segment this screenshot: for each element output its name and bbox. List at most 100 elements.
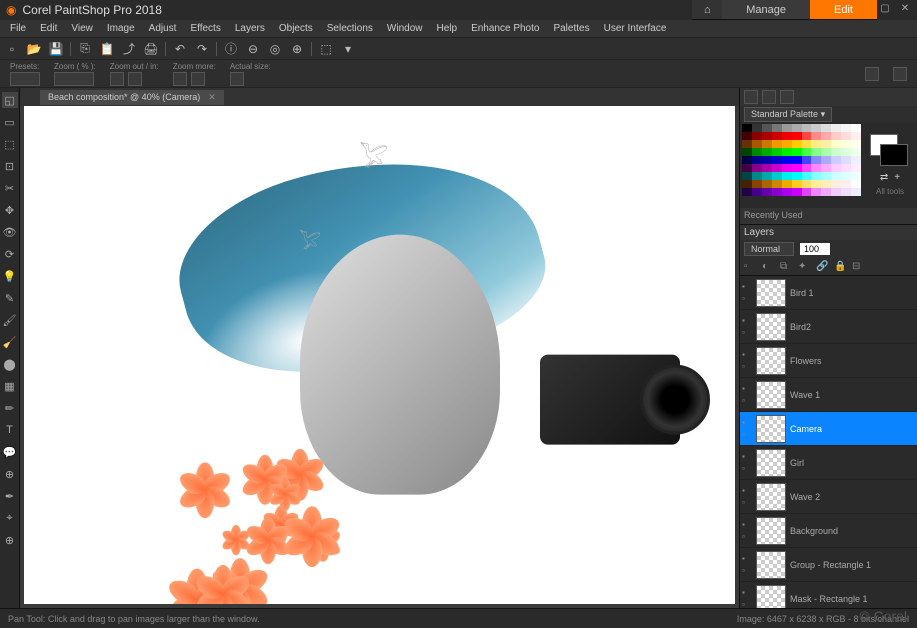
new-layer-icon[interactable]: ▫ bbox=[744, 261, 756, 273]
tool-0[interactable]: ◱ bbox=[2, 92, 18, 108]
swatch[interactable] bbox=[802, 188, 812, 196]
swatch[interactable] bbox=[811, 180, 821, 188]
swatch[interactable] bbox=[742, 188, 752, 196]
swatch[interactable] bbox=[831, 132, 841, 140]
swatch[interactable] bbox=[821, 132, 831, 140]
swatch[interactable] bbox=[782, 140, 792, 148]
zoom-more-in[interactable] bbox=[191, 72, 205, 86]
swatch[interactable] bbox=[742, 172, 752, 180]
opt-icon-2[interactable] bbox=[893, 67, 907, 81]
swatch[interactable] bbox=[821, 180, 831, 188]
swatch[interactable] bbox=[762, 140, 772, 148]
swatch[interactable] bbox=[831, 148, 841, 156]
zoom-actual-icon[interactable]: ◎ bbox=[267, 41, 283, 57]
tool-10[interactable]: 🖌 bbox=[2, 312, 18, 328]
undo-icon[interactable]: ↶ bbox=[172, 41, 188, 57]
zoom-in-btn[interactable] bbox=[128, 72, 142, 86]
swatch[interactable] bbox=[782, 156, 792, 164]
print-icon[interactable]: 🖨 bbox=[143, 41, 159, 57]
swatch[interactable] bbox=[772, 140, 782, 148]
swatch[interactable] bbox=[792, 164, 802, 172]
layer-expand-icon[interactable]: ▫ bbox=[742, 396, 752, 406]
swatch[interactable] bbox=[752, 180, 762, 188]
canvas[interactable]: 𓅯 𓅯 bbox=[24, 106, 735, 604]
swatch[interactable] bbox=[772, 156, 782, 164]
tool-19[interactable]: ⌖ bbox=[2, 510, 18, 526]
swatch[interactable] bbox=[752, 156, 762, 164]
swatch[interactable] bbox=[742, 124, 752, 132]
swatch[interactable] bbox=[762, 132, 772, 140]
swatch[interactable] bbox=[851, 156, 861, 164]
swatch[interactable] bbox=[752, 148, 762, 156]
layer-expand-icon[interactable]: ▫ bbox=[742, 430, 752, 440]
new-icon[interactable]: ▫ bbox=[4, 41, 20, 57]
tool-12[interactable]: ⬤ bbox=[2, 356, 18, 372]
layer-expand-icon[interactable]: ▫ bbox=[742, 464, 752, 474]
swatch[interactable] bbox=[841, 188, 851, 196]
swatch[interactable] bbox=[811, 132, 821, 140]
swatch[interactable] bbox=[821, 156, 831, 164]
layer-visibility-icon[interactable]: ▪ bbox=[742, 554, 752, 564]
opacity-input[interactable]: 100 bbox=[800, 243, 830, 255]
swatch[interactable] bbox=[742, 132, 752, 140]
swatch[interactable] bbox=[802, 164, 812, 172]
swatch[interactable] bbox=[841, 132, 851, 140]
menu-image[interactable]: Image bbox=[101, 21, 141, 36]
zoom-out-btn[interactable] bbox=[110, 72, 124, 86]
swatch[interactable] bbox=[752, 140, 762, 148]
menu-window[interactable]: Window bbox=[381, 21, 429, 36]
layer-fx-icon[interactable]: ✦ bbox=[798, 261, 810, 273]
swatch[interactable] bbox=[742, 164, 752, 172]
menu-user-interface[interactable]: User Interface bbox=[598, 21, 673, 36]
swatch[interactable] bbox=[821, 140, 831, 148]
layer-lock-icon[interactable]: 🔒 bbox=[834, 261, 846, 273]
add-swatch-icon[interactable]: + bbox=[894, 172, 900, 183]
swatch[interactable] bbox=[821, 148, 831, 156]
swatch[interactable] bbox=[762, 124, 772, 132]
layer-link-icon[interactable]: 🔗 bbox=[816, 261, 828, 273]
swatch[interactable] bbox=[762, 164, 772, 172]
redo-icon[interactable]: ↷ bbox=[194, 41, 210, 57]
swatch[interactable] bbox=[792, 180, 802, 188]
tool-14[interactable]: ✏ bbox=[2, 400, 18, 416]
maximize-button[interactable]: ▢ bbox=[879, 4, 891, 16]
actual-size-btn[interactable] bbox=[230, 72, 244, 86]
layer-expand-icon[interactable]: ▫ bbox=[742, 600, 752, 609]
layer-row[interactable]: ▪ ▫ Bird2 bbox=[740, 310, 917, 344]
background-color[interactable] bbox=[880, 144, 908, 166]
tool-18[interactable]: ✒ bbox=[2, 488, 18, 504]
menu-enhance-photo[interactable]: Enhance Photo bbox=[465, 21, 545, 36]
swatch[interactable] bbox=[782, 164, 792, 172]
swatch[interactable] bbox=[802, 180, 812, 188]
menu-edit[interactable]: Edit bbox=[34, 21, 63, 36]
swatch[interactable] bbox=[811, 140, 821, 148]
tool-5[interactable]: ✥ bbox=[2, 202, 18, 218]
share-icon[interactable]: ⤴ bbox=[121, 41, 137, 57]
swatch[interactable] bbox=[792, 172, 802, 180]
swatch[interactable] bbox=[821, 124, 831, 132]
swatch[interactable] bbox=[811, 188, 821, 196]
tool-7[interactable]: ⟳ bbox=[2, 246, 18, 262]
swatch[interactable] bbox=[742, 156, 752, 164]
swatch[interactable] bbox=[782, 148, 792, 156]
palette-tab-3[interactable] bbox=[780, 90, 794, 104]
swatch[interactable] bbox=[821, 172, 831, 180]
swatch[interactable] bbox=[792, 148, 802, 156]
tool-9[interactable]: ✎ bbox=[2, 290, 18, 306]
swap-colors-icon[interactable]: ⇄ bbox=[880, 172, 888, 183]
menu-effects[interactable]: Effects bbox=[184, 21, 226, 36]
tool-20[interactable]: ⊕ bbox=[2, 532, 18, 548]
menu-view[interactable]: View bbox=[65, 21, 99, 36]
swatch[interactable] bbox=[851, 132, 861, 140]
layer-row[interactable]: ▪ ▫ Bird 1 bbox=[740, 276, 917, 310]
zoom-pct-input[interactable] bbox=[54, 72, 94, 86]
swatch[interactable] bbox=[772, 132, 782, 140]
tool-15[interactable]: T bbox=[2, 422, 18, 438]
tab-edit[interactable]: Edit bbox=[810, 0, 877, 19]
swatch[interactable] bbox=[772, 164, 782, 172]
swatch[interactable] bbox=[851, 148, 861, 156]
swatch[interactable] bbox=[782, 180, 792, 188]
swatch[interactable] bbox=[792, 156, 802, 164]
layer-row[interactable]: ▪ ▫ Mask - Rectangle 1 bbox=[740, 582, 917, 608]
open-icon[interactable]: 📂 bbox=[26, 41, 42, 57]
